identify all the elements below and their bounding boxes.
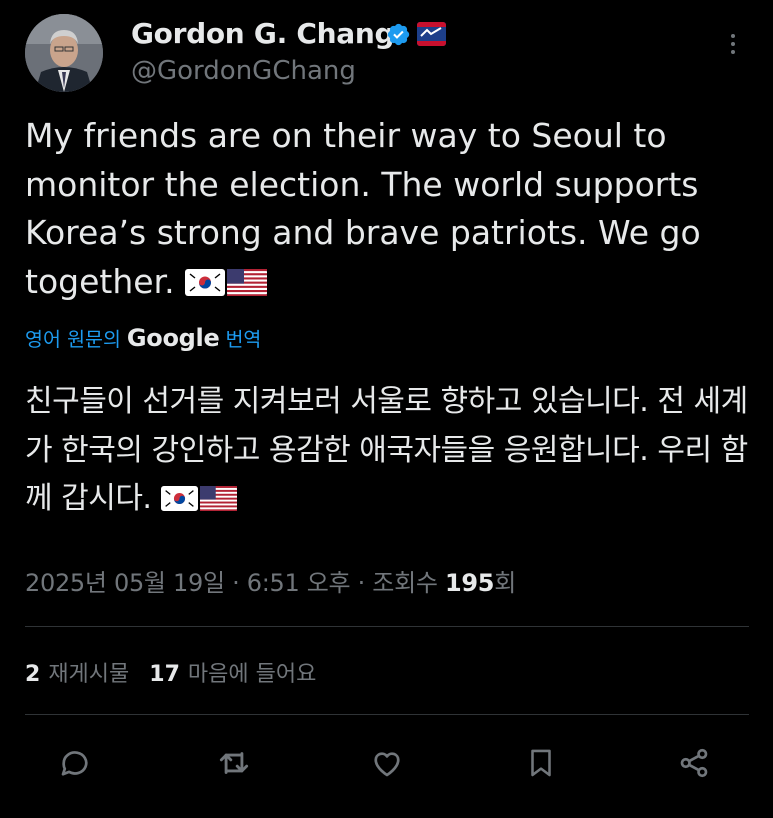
divider (25, 626, 749, 627)
bookmark-button[interactable] (511, 733, 571, 793)
timestamp[interactable]: 2025년 05월 19일 · 6:51 오후 · 조회수 (25, 569, 438, 597)
likes-count: 17 (149, 662, 180, 687)
share-icon (680, 748, 708, 778)
view-count: 195 (445, 569, 495, 597)
likes-stat[interactable]: 17 마음에 들어요 (149, 656, 316, 688)
avatar[interactable] (25, 14, 103, 92)
reposts-label: 재게시물 (48, 662, 130, 687)
view-suffix: 회 (494, 569, 516, 597)
author-handle[interactable]: @GordonGChang (131, 56, 356, 86)
verified-badge-icon (387, 23, 410, 46)
south-korea-flag-icon (185, 268, 226, 296)
action-bar (0, 733, 773, 803)
tweet-text-translated: 친구들이 선거를 지켜보러 서울로 향하고 있습니다. 전 세계가 한국의 강인… (25, 378, 760, 524)
tweet-text: My friends are on their way to Seoul to … (25, 116, 701, 301)
south-korea-flag-icon (160, 486, 198, 511)
google-logo: Google (126, 323, 220, 352)
share-button[interactable] (664, 733, 724, 793)
more-options-icon[interactable] (722, 30, 744, 64)
translation-attribution[interactable]: 영어 원문의 Google 번역 (25, 323, 261, 352)
us-flag-icon (227, 268, 268, 296)
translate-suffix: 번역 (225, 328, 262, 351)
translated-text: 친구들이 선거를 지켜보러 서울로 향하고 있습니다. 전 세계가 한국의 강인… (25, 384, 748, 516)
tweet-text-english: My friends are on their way to Seoul to … (25, 112, 745, 306)
reposts-stat[interactable]: 2 재게시물 (25, 656, 129, 688)
reposts-count: 2 (25, 662, 41, 687)
us-flag-icon (199, 486, 237, 511)
reply-icon (61, 751, 88, 776)
like-button[interactable] (357, 733, 417, 793)
author-name[interactable]: Gordon G. Chang (131, 17, 395, 50)
translate-prefix: 영어 원문의 (25, 328, 121, 351)
likes-label: 마음에 들어요 (187, 662, 317, 687)
retweet-icon (219, 752, 249, 774)
retweet-button[interactable] (204, 733, 264, 793)
affiliation-badge-icon[interactable] (417, 22, 446, 46)
bookmark-icon (531, 749, 551, 777)
reply-button[interactable] (45, 733, 105, 793)
engagement-stats: 2 재게시물 17 마음에 들어요 (25, 656, 316, 688)
like-icon (374, 752, 400, 777)
divider (25, 714, 749, 715)
tweet-timestamp-views: 2025년 05월 19일 · 6:51 오후 · 조회수 195회 (25, 563, 516, 598)
